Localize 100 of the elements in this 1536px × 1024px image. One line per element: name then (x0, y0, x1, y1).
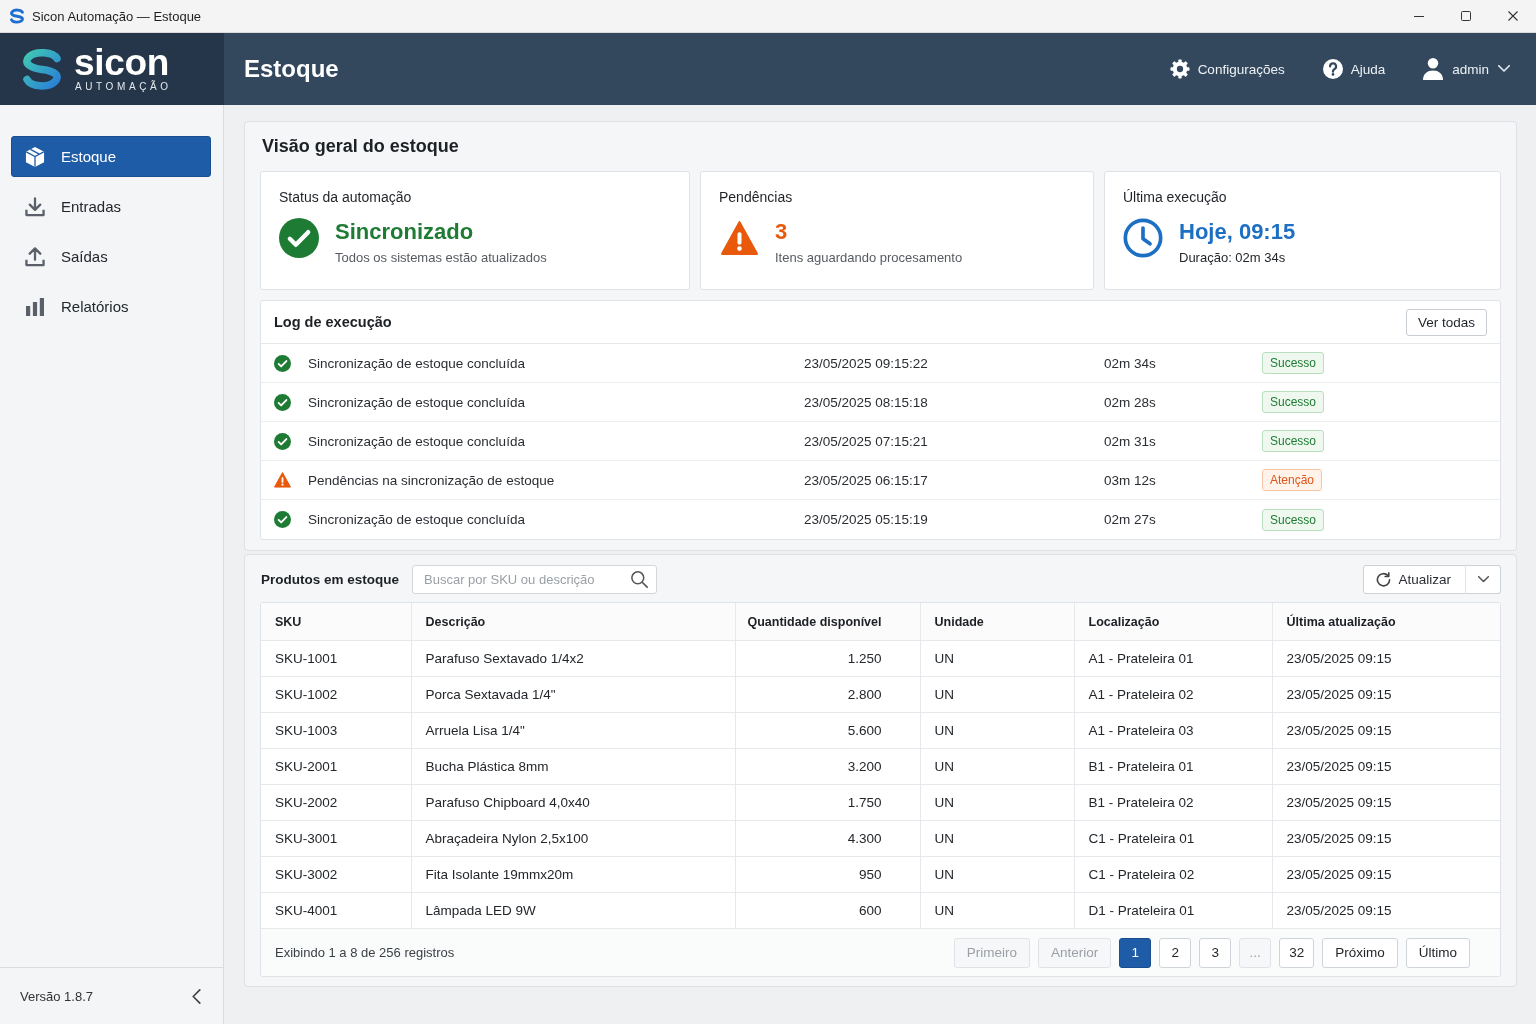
table-cell: B1 - Prateleira 01 (1074, 748, 1272, 785)
table-cell: 1.750 (735, 784, 920, 821)
status-detail: Itens aguardando procesamento (775, 249, 963, 267)
page-title: Estoque (244, 55, 339, 83)
chevron-down-icon (1477, 576, 1489, 583)
table-cell: SKU-1001 (261, 640, 411, 677)
window-title: Sicon Automação — Estoque (32, 8, 202, 24)
log-message: Sincronização de estoque concluída (308, 433, 526, 449)
table-cell: 23/05/2025 09:15 (1272, 856, 1500, 893)
search-icon (631, 571, 649, 588)
record-count: Exibindo 1 a 8 de 256 registros (275, 945, 455, 960)
view-all-button[interactable]: Ver todas (1405, 308, 1487, 336)
warning-icon (274, 472, 291, 488)
table-cell: UN (920, 856, 1074, 893)
status-badge: Sucesso (1262, 508, 1325, 531)
log-timestamp: 23/05/2025 09:15:22 (804, 355, 929, 371)
table-cell: SKU-3002 (261, 856, 411, 893)
log-duration: 02m 28s (1104, 394, 1157, 410)
status-badge: Sucesso (1262, 430, 1325, 452)
card-label: Última execução (1123, 188, 1228, 206)
table-cell: 23/05/2025 09:15 (1272, 820, 1500, 857)
help-button[interactable]: Ajuda (1322, 57, 1386, 81)
table-cell: A1 - Prateleira 03 (1074, 712, 1272, 749)
page-number-button[interactable]: 1 (1119, 937, 1152, 968)
collapse-button[interactable] (190, 986, 203, 1006)
logo-icon (20, 47, 64, 91)
log-duration: 02m 27s (1104, 512, 1157, 527)
column-header: Descrição (411, 603, 735, 641)
log-title: Log de execução (274, 314, 392, 330)
refresh-button[interactable]: Atualizar (1363, 565, 1466, 594)
table-cell: SKU-1003 (261, 712, 411, 749)
status-value: Hoje, 09:15 (1179, 218, 1296, 246)
log-timestamp: 23/05/2025 08:15:18 (804, 394, 929, 410)
page-number-button[interactable]: 32 (1279, 937, 1315, 968)
chevron-left-icon (192, 988, 201, 1004)
sidebar-item[interactable]: Estoque (11, 136, 211, 177)
table-cell: C1 - Prateleira 02 (1074, 856, 1272, 893)
table-cell: Fita Isolante 19mmx20m (411, 856, 735, 893)
table-cell: Parafuso Chipboard 4,0x40 (411, 784, 735, 821)
pagination-ellipsis: ... (1239, 937, 1272, 968)
column-header: Última atualização (1272, 603, 1500, 641)
card-label: Status da automação (279, 188, 413, 206)
table-cell: Abraçadeira Nylon 2,5x100 (411, 820, 735, 857)
section-title: Produtos em estoque (261, 572, 400, 587)
table-cell: UN (920, 712, 1074, 749)
log-duration: 03m 12s (1104, 472, 1157, 488)
sidebar-item[interactable]: Entradas (11, 186, 211, 227)
pagination-button[interactable]: Próximo (1322, 937, 1398, 968)
table-cell: 23/05/2025 09:15 (1272, 784, 1500, 821)
sidebar-item[interactable]: Saídas (11, 236, 211, 277)
maximize-icon (1460, 11, 1471, 21)
page-number-button[interactable]: 2 (1159, 937, 1192, 968)
table-cell: 23/05/2025 09:15 (1272, 748, 1500, 785)
table-cell: 950 (735, 856, 920, 893)
table-cell: UN (920, 640, 1074, 677)
status-detail: Duração: 02m 34s (1179, 249, 1287, 267)
status-value: 3 (775, 218, 789, 246)
table-cell: UN (920, 784, 1074, 821)
table-cell: 5.600 (735, 712, 920, 749)
table-cell: B1 - Prateleira 02 (1074, 784, 1272, 821)
log-message: Sincronização de estoque concluída (308, 394, 526, 410)
table-cell: C1 - Prateleira 01 (1074, 820, 1272, 857)
dropdown-button[interactable] (1465, 565, 1501, 594)
table-cell: UN (920, 748, 1074, 785)
logo-wordmark: sicon (74, 45, 171, 80)
logo-tagline: AUTOMAÇÃO (75, 80, 172, 93)
sidebar-item[interactable]: Relatórios (11, 286, 211, 327)
page-number-button[interactable]: 3 (1199, 937, 1232, 968)
section-title: Visão geral do estoque (262, 135, 460, 158)
column-header: Unidade (920, 603, 1074, 641)
table-cell: 4.300 (735, 820, 920, 857)
table-cell: 2.800 (735, 676, 920, 713)
column-header: Localização (1074, 603, 1272, 641)
check-circle-icon (279, 218, 319, 258)
check-circle-icon (274, 354, 291, 372)
pagination-button[interactable]: Último (1405, 937, 1470, 968)
log-message: Sincronização de estoque concluída (308, 355, 526, 371)
status-badge: Atenção (1262, 469, 1323, 491)
table-cell: UN (920, 820, 1074, 857)
table-cell: 1.250 (735, 640, 920, 677)
chevron-down-icon (1498, 65, 1510, 73)
user-menu-button[interactable]: admin (1423, 56, 1510, 82)
minimize-icon (1413, 15, 1424, 17)
check-circle-icon (274, 432, 291, 450)
table-cell: Porca Sextavada 1/4" (411, 676, 735, 713)
table-cell: 23/05/2025 09:15 (1272, 640, 1500, 677)
app-icon (9, 8, 25, 24)
table-cell: Arruela Lisa 1/4" (411, 712, 735, 749)
search-field[interactable]: Buscar por SKU ou descrição (412, 565, 658, 594)
gear-icon (1169, 59, 1190, 79)
settings-button[interactable]: Configurações (1169, 57, 1285, 81)
column-header: SKU (261, 603, 411, 641)
warning-icon (720, 220, 758, 256)
check-circle-icon (274, 393, 291, 411)
status-value: Sincronizado (335, 218, 475, 246)
status-detail: Todos os sistemas estão atualizados (335, 249, 547, 267)
table-cell: SKU-2002 (261, 784, 411, 821)
log-message: Pendências na sincronização de estoque (308, 472, 556, 488)
clock-icon (1123, 218, 1163, 258)
table-cell: Parafuso Sextavado 1/4x2 (411, 640, 735, 677)
